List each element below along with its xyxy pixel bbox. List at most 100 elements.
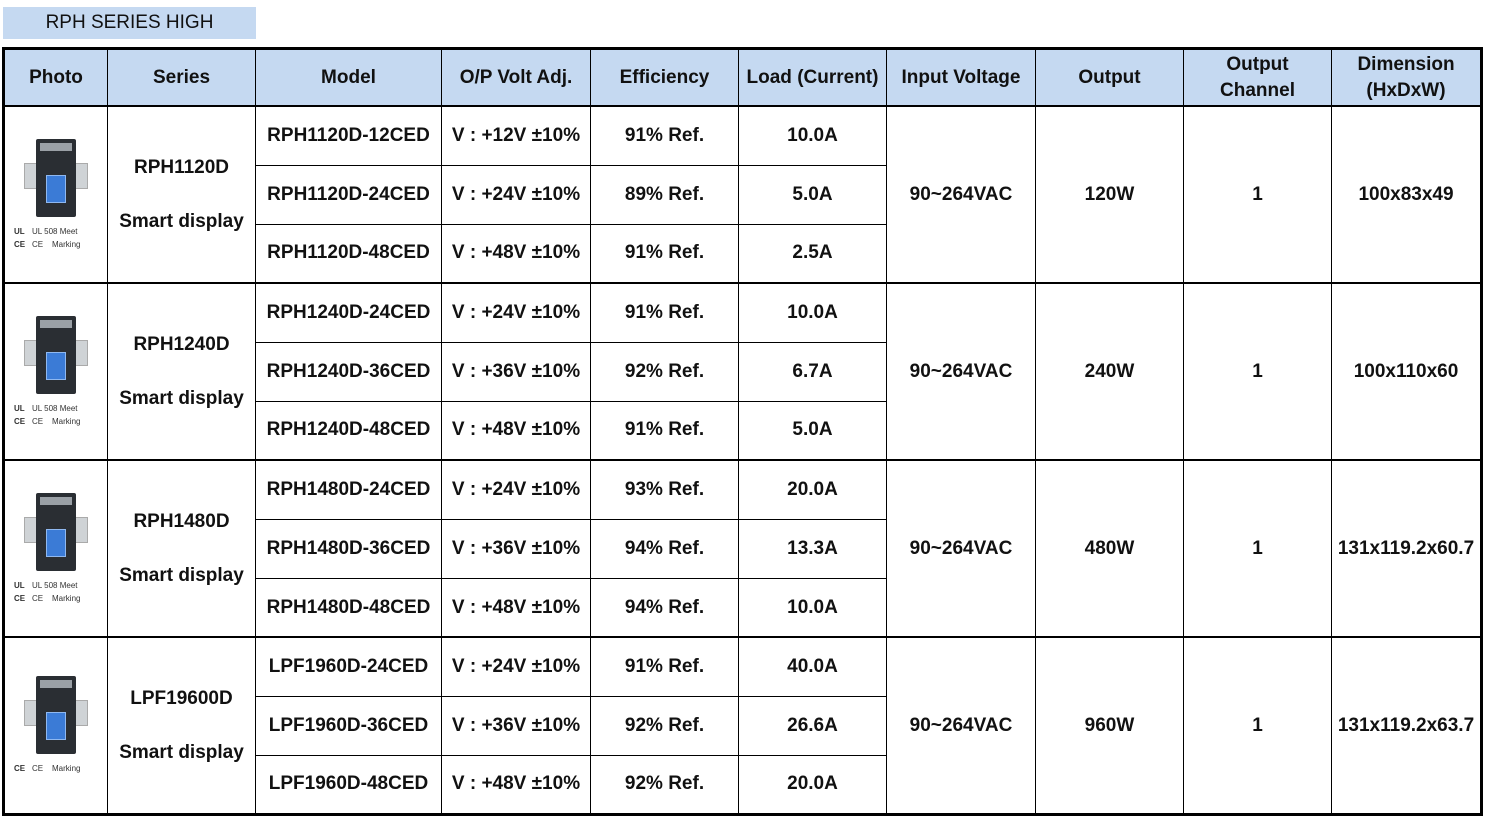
spec-table: Photo Series Model O/P Volt Adj. Efficie… <box>2 47 1483 816</box>
efficiency-cell: 92% Ref. <box>590 695 739 756</box>
header-row: Photo Series Model O/P Volt Adj. Efficie… <box>3 48 1482 107</box>
certification-marks: CE CE Marking <box>14 762 98 775</box>
ce-mark-text: CE <box>32 593 44 603</box>
series-cell: RPH1240D Smart display <box>107 282 256 462</box>
load-cell: 20.0A <box>738 754 887 816</box>
ce-mark-text: CE <box>32 764 44 774</box>
product-photo: CE CE Marking <box>3 636 108 816</box>
efficiency-cell: 94% Ref. <box>590 518 739 579</box>
table-row: UL UL 508 Meet CE CE Marking RPH1240D Smart d… <box>3 282 1482 462</box>
input-voltage-cell: 90~264VAC <box>886 282 1036 462</box>
header-series: Series <box>107 48 256 107</box>
efficiency-cell: 94% Ref. <box>590 577 739 639</box>
table-row: UL UL 508 Meet CE CE Marking RPH1480D Smart d… <box>3 459 1482 639</box>
channel-cell: 1 <box>1183 636 1332 816</box>
dimension-cell: 131x119.2x60.7 <box>1331 459 1482 639</box>
product-photo: UL UL 508 Meet CE CE Marking <box>3 282 108 462</box>
ul-mark-icon: UL <box>14 580 25 590</box>
load-cell: 10.0A <box>738 282 887 343</box>
page-title: RPH SERIES HIGH <box>3 7 256 39</box>
load-cell: 26.6A <box>738 695 887 756</box>
op-volt-cell: V : +24V ±10% <box>441 282 591 343</box>
dimension-cell: 131x119.2x63.7 <box>1331 636 1482 816</box>
ce-mark-icon: CE <box>14 416 26 426</box>
dimension-cell: 100x110x60 <box>1331 282 1482 462</box>
channel-cell: 1 <box>1183 282 1332 462</box>
ce-mark-text: CE <box>32 239 44 249</box>
marking-text: Marking <box>52 764 81 774</box>
table-row: CE CE Marking LPF19600D Smart display LPF196… <box>3 636 1482 816</box>
efficiency-cell: 91% Ref. <box>590 223 739 285</box>
marking-text: Marking <box>52 239 81 249</box>
certification-marks: UL UL 508 Meet CE CE Marking <box>14 402 98 428</box>
table-row: UL UL 508 Meet CE CE Marking RPH1120D Smart d… <box>3 105 1482 285</box>
power-supply-image <box>24 676 88 755</box>
efficiency-cell: 91% Ref. <box>590 282 739 343</box>
load-cell: 6.7A <box>738 341 887 402</box>
model-cell: RPH1120D-12CED <box>255 105 442 166</box>
power-supply-image <box>24 138 88 217</box>
ul-mark-text: UL 508 Meet <box>32 403 78 413</box>
op-volt-cell: V : +36V ±10% <box>441 518 591 579</box>
series-name: RPH1480D <box>133 510 230 532</box>
op-volt-cell: V : +48V ±10% <box>441 223 591 285</box>
header-dimension-line1: Dimension <box>1357 53 1455 75</box>
power-supply-image <box>24 492 88 571</box>
load-cell: 20.0A <box>738 459 887 520</box>
input-voltage-cell: 90~264VAC <box>886 105 1036 285</box>
model-cell: RPH1240D-48CED <box>255 400 442 462</box>
series-subtitle: Smart display <box>119 564 244 586</box>
model-cell: RPH1240D-24CED <box>255 282 442 343</box>
input-voltage-cell: 90~264VAC <box>886 459 1036 639</box>
model-cell: RPH1120D-48CED <box>255 223 442 285</box>
header-load: Load (Current) <box>738 48 887 107</box>
output-cell: 240W <box>1035 282 1184 462</box>
ce-mark-icon: CE <box>14 764 26 774</box>
series-name: LPF19600D <box>130 687 233 709</box>
op-volt-cell: V : +12V ±10% <box>441 105 591 166</box>
series-name: RPH1120D <box>133 156 230 178</box>
header-dimension-line2: (HxDxW) <box>1366 79 1446 101</box>
model-cell: RPH1480D-24CED <box>255 459 442 520</box>
header-output: Output <box>1035 48 1184 107</box>
dimension-cell: 100x83x49 <box>1331 105 1482 285</box>
op-volt-cell: V : +36V ±10% <box>441 695 591 756</box>
op-volt-cell: V : +48V ±10% <box>441 577 591 639</box>
efficiency-cell: 89% Ref. <box>590 164 739 225</box>
op-volt-cell: V : +24V ±10% <box>441 459 591 520</box>
series-cell: RPH1120D Smart display <box>107 105 256 285</box>
model-cell: RPH1480D-48CED <box>255 577 442 639</box>
load-cell: 10.0A <box>738 105 887 166</box>
series-name: RPH1240D <box>133 333 230 355</box>
output-cell: 480W <box>1035 459 1184 639</box>
series-subtitle: Smart display <box>119 741 244 763</box>
header-efficiency: Efficiency <box>590 48 739 107</box>
efficiency-cell: 91% Ref. <box>590 105 739 166</box>
header-output-channel-line2: Channel <box>1220 79 1295 101</box>
channel-cell: 1 <box>1183 105 1332 285</box>
output-cell: 120W <box>1035 105 1184 285</box>
header-photo: Photo <box>3 48 108 107</box>
model-cell: RPH1240D-36CED <box>255 341 442 402</box>
model-cell: RPH1480D-36CED <box>255 518 442 579</box>
model-cell: RPH1120D-24CED <box>255 164 442 225</box>
product-photo: UL UL 508 Meet CE CE Marking <box>3 105 108 285</box>
header-input-voltage: Input Voltage <box>886 48 1036 107</box>
header-output-channel-line1: Output <box>1226 53 1289 75</box>
series-subtitle: Smart display <box>119 210 244 232</box>
op-volt-cell: V : +36V ±10% <box>441 341 591 402</box>
channel-cell: 1 <box>1183 459 1332 639</box>
series-cell: LPF19600D Smart display <box>107 636 256 816</box>
header-output-channel: Output Channel <box>1183 48 1332 107</box>
op-volt-cell: V : +48V ±10% <box>441 400 591 462</box>
op-volt-cell: V : +24V ±10% <box>441 164 591 225</box>
certification-marks: UL UL 508 Meet CE CE Marking <box>14 225 98 251</box>
certification-marks: UL UL 508 Meet CE CE Marking <box>14 579 98 605</box>
header-dimension: Dimension (HxDxW) <box>1331 48 1482 107</box>
model-cell: LPF1960D-36CED <box>255 695 442 756</box>
marking-text: Marking <box>52 416 81 426</box>
marking-text: Marking <box>52 593 81 603</box>
load-cell: 40.0A <box>738 636 887 697</box>
header-op-volt: O/P Volt Adj. <box>441 48 591 107</box>
input-voltage-cell: 90~264VAC <box>886 636 1036 816</box>
